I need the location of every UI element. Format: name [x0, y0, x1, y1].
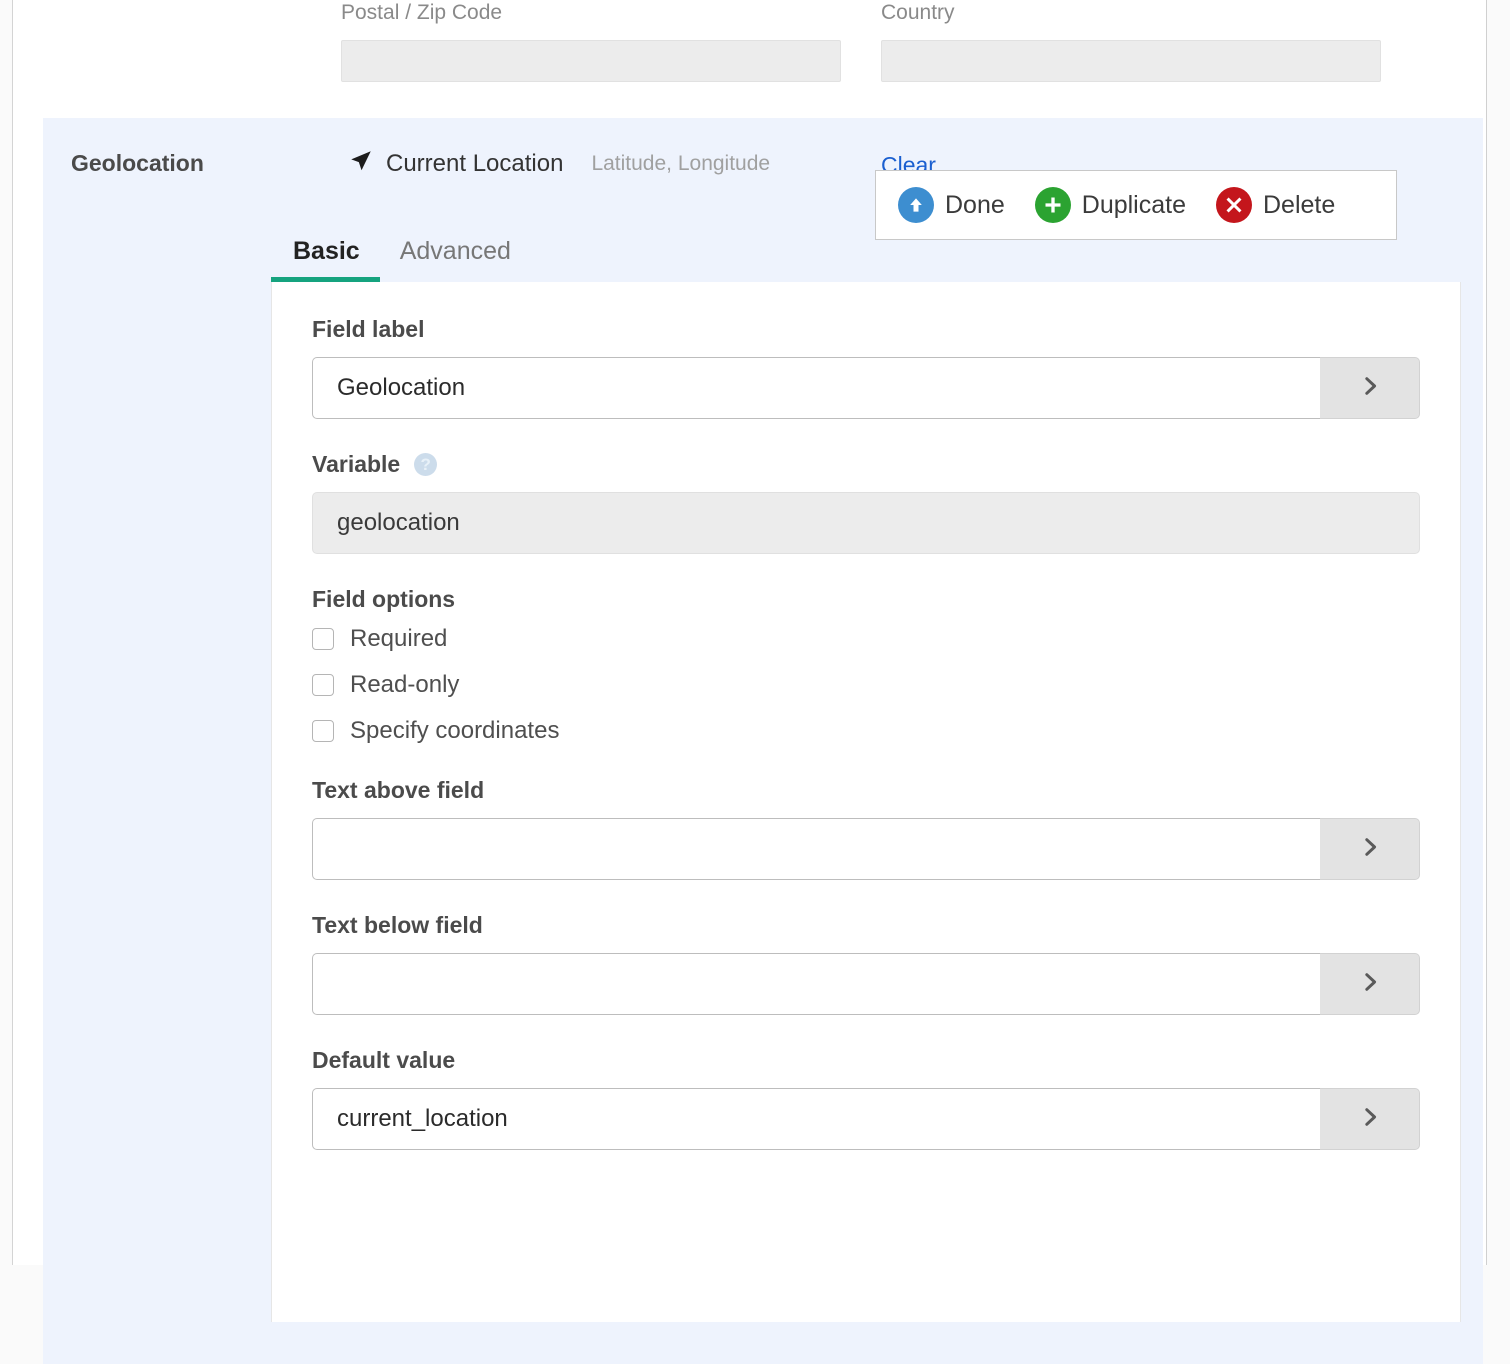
tab-advanced[interactable]: Advanced: [400, 237, 511, 282]
field-label-input[interactable]: [312, 357, 1320, 419]
option-read-only[interactable]: Read-only: [312, 671, 1420, 699]
option-required-label: Required: [350, 625, 447, 653]
done-button[interactable]: Done: [898, 187, 1005, 223]
variable-caption: Variable ?: [312, 451, 1420, 478]
text-above-combo: [312, 818, 1420, 880]
selected-field-block: Geolocation Current Location Latitude, L…: [43, 118, 1483, 1364]
default-value-group: Default value: [312, 1047, 1420, 1150]
done-button-label: Done: [945, 191, 1005, 220]
x-circle-icon: [1216, 187, 1252, 223]
text-below-group: Text below field: [312, 912, 1420, 1015]
default-value-combo: [312, 1088, 1420, 1150]
text-above-input[interactable]: [312, 818, 1320, 880]
field-options-group: Field options Required Read-only Specify…: [312, 586, 1420, 745]
country-field-group: Country: [881, 0, 1381, 82]
field-label-group: Field label: [312, 316, 1420, 419]
checkbox-required[interactable]: [312, 628, 334, 650]
address-fields-row: Postal / Zip Code Country: [13, 0, 1486, 118]
postal-zip-field-group: Postal / Zip Code: [341, 0, 841, 82]
selected-field-header: Geolocation Current Location Latitude, L…: [43, 118, 1483, 220]
text-below-combo: [312, 953, 1420, 1015]
field-label-combo: [312, 357, 1420, 419]
option-specify-coordinates[interactable]: Specify coordinates: [312, 717, 1420, 745]
tab-basic[interactable]: Basic: [293, 237, 360, 282]
duplicate-button[interactable]: Duplicate: [1035, 187, 1186, 223]
option-specify-coordinates-label: Specify coordinates: [350, 717, 559, 745]
chevron-right-icon: [1359, 967, 1381, 1002]
chevron-right-icon: [1359, 371, 1381, 406]
question-circle-icon[interactable]: ?: [414, 453, 437, 476]
text-below-caption: Text below field: [312, 912, 1420, 939]
postal-zip-input[interactable]: [341, 40, 841, 82]
chevron-right-icon: [1359, 1102, 1381, 1137]
text-above-expand-button[interactable]: [1320, 818, 1420, 880]
country-label: Country: [881, 0, 1381, 26]
checkbox-specify-coordinates[interactable]: [312, 720, 334, 742]
delete-button-label: Delete: [1263, 191, 1335, 220]
geolocation-control[interactable]: Current Location Latitude, Longitude: [348, 148, 770, 179]
checkbox-read-only[interactable]: [312, 674, 334, 696]
text-below-input[interactable]: [312, 953, 1320, 1015]
field-label-caption: Field label: [312, 316, 1420, 343]
field-label-expand-button[interactable]: [1320, 357, 1420, 419]
variable-group: Variable ? geolocation: [312, 451, 1420, 554]
country-input[interactable]: [881, 40, 1381, 82]
field-settings-card: Basic Advanced Field label: [271, 220, 1461, 1364]
postal-zip-label: Postal / Zip Code: [341, 0, 841, 26]
field-action-toolbar: Done Duplicate D: [875, 170, 1397, 240]
delete-button[interactable]: Delete: [1216, 187, 1335, 223]
option-read-only-label: Read-only: [350, 671, 459, 699]
variable-caption-text: Variable: [312, 451, 400, 478]
lat-long-placeholder: Latitude, Longitude: [591, 152, 770, 176]
geolocation-field-title: Geolocation: [71, 150, 204, 177]
navigation-arrow-icon: [348, 148, 374, 179]
text-above-group: Text above field: [312, 777, 1420, 880]
default-value-expand-button[interactable]: [1320, 1088, 1420, 1150]
form-canvas: Postal / Zip Code Country Geolocation Cu…: [12, 0, 1487, 1265]
arrow-up-circle-icon: [898, 187, 934, 223]
option-required[interactable]: Required: [312, 625, 1420, 653]
field-options-caption: Field options: [312, 586, 1420, 613]
plus-circle-icon: [1035, 187, 1071, 223]
default-value-caption: Default value: [312, 1047, 1420, 1074]
settings-panel-basic: Field label: [271, 282, 1461, 1322]
variable-input: geolocation: [312, 492, 1420, 554]
text-above-caption: Text above field: [312, 777, 1420, 804]
chevron-right-icon: [1359, 832, 1381, 867]
duplicate-button-label: Duplicate: [1082, 191, 1186, 220]
default-value-input[interactable]: [312, 1088, 1320, 1150]
text-below-expand-button[interactable]: [1320, 953, 1420, 1015]
current-location-label: Current Location: [386, 150, 563, 178]
